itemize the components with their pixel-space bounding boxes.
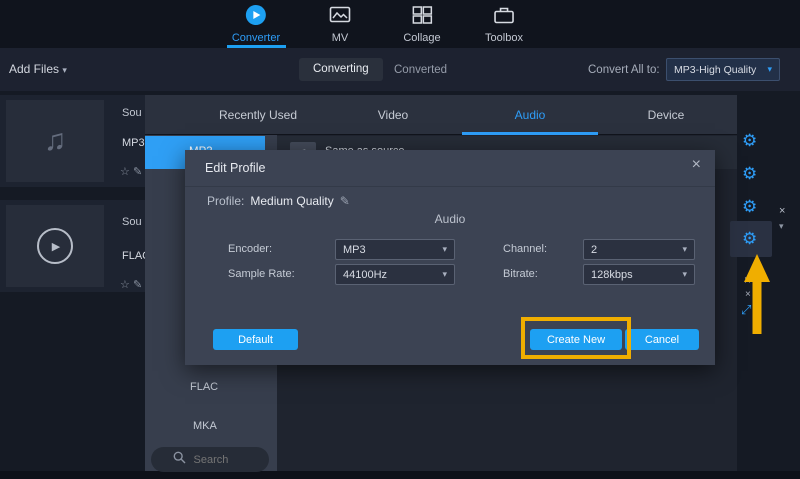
tab-collage-label: Collage: [403, 32, 440, 44]
chevron-down-icon: ▾: [767, 64, 772, 75]
search-input[interactable]: [192, 453, 248, 467]
settings-gear-icon[interactable]: ⚙: [742, 132, 757, 149]
file-thumbnail-1: ♫: [6, 100, 104, 182]
toolbox-briefcase-icon: [493, 4, 515, 29]
converter-play-circle-icon: [245, 4, 267, 29]
edit-pencil-icon[interactable]: ✎: [133, 279, 142, 291]
sidebar-item-flac[interactable]: FLAC: [145, 372, 277, 402]
edit-pencil-icon[interactable]: ✎: [133, 166, 142, 178]
file-row-2: ▶ Sou FLAC ☆ ✎: [0, 200, 145, 292]
collapse-close-icon[interactable]: ×: [779, 205, 785, 217]
profile-panel-tabbar: Recently Used Video Audio Device: [145, 95, 737, 135]
file-thumbnail-2: ▶: [6, 205, 104, 287]
rename-pencil-icon[interactable]: ✎: [340, 194, 350, 208]
encoder-dropdown[interactable]: MP3 ▾: [335, 239, 455, 260]
file-row-1: ♫ Sou MP3 ☆ ✎: [0, 95, 145, 187]
file-edit-tools[interactable]: ☆ ✎: [120, 165, 142, 178]
convert-all-dropdown[interactable]: MP3-High Quality ▾: [666, 58, 780, 81]
chevron-down-icon: ▾: [682, 244, 687, 255]
cancel-button[interactable]: Cancel: [625, 329, 699, 350]
close-icon[interactable]: ×: [692, 156, 701, 174]
edit-profile-dialog: Edit Profile × Profile: Medium Quality ✎…: [185, 150, 715, 365]
chevron-down-icon: ▾: [682, 269, 687, 280]
tab-toolbox[interactable]: Toolbox: [485, 4, 523, 44]
top-nav-bar: Converter MV Collage Toolbox: [0, 0, 800, 48]
file-edit-tools[interactable]: ☆ ✎: [120, 278, 142, 291]
collapse-chevron-icon[interactable]: ▾: [779, 221, 784, 232]
panel-tab-audio[interactable]: Audio: [515, 108, 546, 122]
play-button-icon[interactable]: ▶: [37, 228, 73, 264]
settings-gear-icon-highlighted[interactable]: ⚙: [742, 230, 757, 247]
tab-collage[interactable]: Collage: [403, 4, 440, 44]
profile-value: Medium Quality: [250, 194, 333, 208]
dialog-title: Edit Profile: [205, 161, 265, 175]
effect-star-icon[interactable]: ☆: [120, 166, 130, 178]
file-format-dropdown[interactable]: MP3: [122, 137, 145, 149]
sample-rate-label: Sample Rate:: [228, 268, 295, 280]
audio-section-title: Audio: [185, 212, 715, 226]
channel-dropdown[interactable]: 2 ▾: [583, 239, 695, 260]
collage-grid-icon: [411, 4, 433, 29]
encoder-label: Encoder:: [228, 243, 272, 255]
dialog-header-divider: [185, 186, 715, 187]
annotation-highlight-create-new: [521, 317, 631, 359]
sample-rate-dropdown[interactable]: 44100Hz ▾: [335, 264, 455, 285]
bitrate-label: Bitrate:: [503, 268, 538, 280]
file-source-text: Sou: [122, 216, 142, 228]
bottom-edge-strip: [0, 471, 800, 479]
tab-mv[interactable]: MV: [329, 4, 351, 44]
panel-tab-device[interactable]: Device: [648, 108, 685, 122]
converter-toolbar: Add Files ▾ Converting Converted Convert…: [0, 48, 800, 91]
profile-label: Profile:: [207, 194, 244, 208]
mv-image-icon: [329, 4, 351, 29]
profile-row: Profile: Medium Quality ✎: [207, 194, 350, 208]
annotation-arrow-up: [744, 254, 770, 334]
sidebar-item-mka[interactable]: MKA: [145, 411, 277, 441]
chevron-down-icon: ▾: [442, 269, 447, 280]
convert-all-to-label: Convert All to:: [588, 64, 660, 76]
settings-gear-icon[interactable]: ⚙: [742, 198, 757, 215]
convert-all-value: MP3-High Quality: [674, 64, 756, 76]
search-icon: [173, 451, 186, 469]
channel-label: Channel:: [503, 243, 547, 255]
add-files-button[interactable]: Add Files ▾: [9, 62, 67, 76]
tab-converted[interactable]: Converted: [394, 64, 447, 76]
default-button[interactable]: Default: [213, 329, 298, 350]
tab-mv-label: MV: [332, 32, 349, 44]
settings-gear-icon[interactable]: ⚙: [742, 165, 757, 182]
tab-converting[interactable]: Converting: [299, 58, 383, 81]
effect-star-icon[interactable]: ☆: [120, 279, 130, 291]
tab-converter-label: Converter: [232, 32, 280, 44]
tab-toolbox-label: Toolbox: [485, 32, 523, 44]
chevron-down-icon: ▾: [62, 65, 67, 75]
tab-converter[interactable]: Converter: [232, 4, 280, 44]
format-search[interactable]: [151, 447, 269, 472]
bitrate-dropdown[interactable]: 128kbps ▾: [583, 264, 695, 285]
music-note-icon: ♫: [44, 124, 67, 158]
panel-tab-video[interactable]: Video: [378, 108, 408, 122]
file-source-text: Sou: [122, 107, 142, 119]
chevron-down-icon: ▾: [442, 244, 447, 255]
panel-tab-recently-used[interactable]: Recently Used: [219, 108, 297, 122]
